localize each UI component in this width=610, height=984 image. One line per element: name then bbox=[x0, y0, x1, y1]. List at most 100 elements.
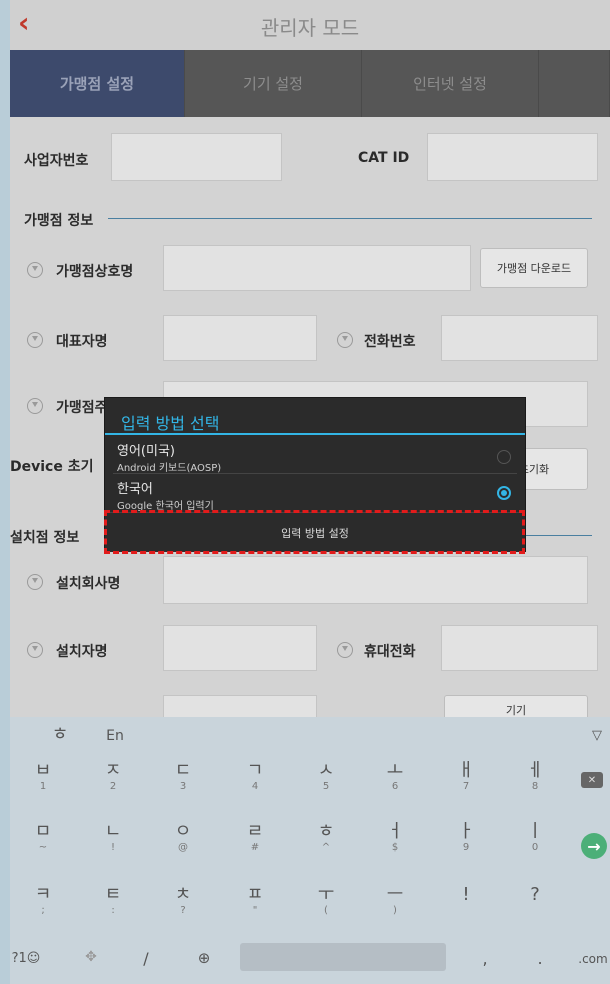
radio-english[interactable] bbox=[497, 450, 511, 464]
keyboard-key[interactable]: ㅔ8 bbox=[522, 761, 548, 793]
keyboard-key[interactable]: ㅡ) bbox=[382, 885, 408, 917]
business-number-input[interactable] bbox=[111, 133, 282, 181]
lang-key[interactable]: En bbox=[100, 728, 130, 744]
key-sub-label: @ bbox=[178, 842, 188, 853]
installer-label: 설치자명 bbox=[56, 644, 108, 660]
tab-overflow[interactable] bbox=[539, 50, 610, 117]
key-sub-label: 2 bbox=[109, 781, 117, 792]
dialog-title-divider bbox=[105, 433, 525, 435]
key-sub-label: ? bbox=[180, 905, 186, 916]
keyboard-key[interactable]: ! bbox=[453, 885, 479, 905]
dialog-title: 입력 방법 선택 bbox=[121, 414, 220, 433]
globe-icon[interactable]: ⊕ bbox=[194, 949, 214, 967]
keyboard-key[interactable]: ㅜ( bbox=[313, 885, 339, 917]
mobile-input[interactable] bbox=[441, 625, 598, 671]
tab-bar: 가맹점 설정 기기 설정 인터넷 설정 bbox=[10, 50, 610, 117]
keyboard-key[interactable]: ㅇ @ bbox=[170, 822, 196, 854]
keyboard-key[interactable]: ㅍ " bbox=[242, 885, 268, 917]
page-title: 관리자 모드 bbox=[260, 16, 360, 40]
key-main-label: ㅍ bbox=[246, 884, 264, 905]
keyboard-key[interactable]: ㅓ $ bbox=[382, 822, 408, 854]
key-main-label: ㅣ bbox=[526, 821, 544, 842]
dotcom-key[interactable]: .com bbox=[576, 952, 610, 966]
radio-korean[interactable] bbox=[497, 486, 511, 500]
required-icon bbox=[27, 642, 43, 658]
space-key[interactable] bbox=[240, 943, 446, 971]
keyboard-key[interactable]: ㅏ9 bbox=[453, 822, 479, 854]
key-sub-label: 1 bbox=[39, 781, 47, 792]
key-main-label: ! bbox=[462, 884, 470, 905]
slash-key[interactable]: / bbox=[138, 949, 154, 968]
keyboard-key[interactable]: ㅁ ~ bbox=[30, 822, 56, 854]
key-main-label: ㅏ bbox=[457, 821, 475, 842]
collapse-icon[interactable]: ▽ bbox=[588, 728, 606, 743]
key-main-label: ㅈ bbox=[104, 760, 122, 781]
option-sub: Android 키보드(AOSP) bbox=[117, 463, 222, 474]
cat-id-label: CAT ID bbox=[358, 150, 410, 166]
phone-label: 전화번호 bbox=[364, 334, 416, 350]
tab-merchant-settings[interactable]: 가맹점 설정 bbox=[10, 50, 185, 117]
cursor-move-icon[interactable]: ✥ bbox=[80, 949, 102, 965]
cat-id-input[interactable] bbox=[427, 133, 598, 181]
mobile-label: 휴대전화 bbox=[364, 644, 416, 660]
key-sub-label: 4 bbox=[251, 781, 259, 792]
period-key[interactable]: . bbox=[532, 949, 548, 968]
keyboard-key[interactable]: ㅐ7 bbox=[453, 761, 479, 793]
keyboard-key[interactable]: ㅌ: bbox=[100, 885, 126, 917]
keyboard-key[interactable]: ㅣ0 bbox=[522, 822, 548, 854]
tab-internet-settings[interactable]: 인터넷 설정 bbox=[362, 50, 539, 117]
merchant-address-label: 가맹점주 bbox=[56, 400, 108, 416]
keyboard-key[interactable]: ㄹ # bbox=[242, 822, 268, 854]
phone-input[interactable] bbox=[441, 315, 598, 361]
keyboard-key[interactable]: ㅈ2 bbox=[100, 761, 126, 793]
merchant-name-label: 가맹점상호명 bbox=[56, 264, 134, 280]
backspace-icon[interactable]: ✕ bbox=[581, 772, 603, 788]
enter-icon[interactable]: → bbox=[581, 833, 607, 859]
key-sub-label: 6 bbox=[391, 781, 399, 792]
keyboard-key[interactable]: ㄱ4 bbox=[242, 761, 268, 793]
key-sub-label: ) bbox=[393, 905, 397, 916]
key-main-label: ㅡ bbox=[386, 884, 404, 905]
merchant-name-input[interactable] bbox=[163, 245, 471, 291]
key-main-label: ㅅ bbox=[317, 760, 335, 781]
merchant-download-button[interactable]: 가맹점 다운로드 bbox=[480, 248, 588, 288]
hangul-key[interactable]: ㅎ bbox=[50, 725, 70, 745]
key-sub-label: # bbox=[250, 842, 260, 853]
soft-keyboard: ㅎ En ▽ ✕ → ?1☺ ✥ / ⊕ , . .com ㅂ1 ㅈ2 ㄷ3 ㄱ4 ㅅ5… bbox=[10, 717, 610, 984]
tab-device-settings[interactable]: 기기 설정 bbox=[185, 50, 362, 117]
required-icon bbox=[337, 332, 353, 348]
device-init-label: Device 초기 bbox=[10, 459, 94, 475]
symbol-key[interactable]: ?1☺ bbox=[10, 951, 42, 966]
input-option-korean[interactable]: 한국어 Google 한국어 입력기 bbox=[117, 478, 517, 512]
option-name: 한국어 bbox=[117, 482, 153, 497]
key-main-label: ? bbox=[530, 884, 540, 905]
keyboard-key[interactable]: ㅗ6 bbox=[382, 761, 408, 793]
installer-input[interactable] bbox=[163, 625, 317, 671]
key-main-label: ㅔ bbox=[526, 760, 544, 781]
keyboard-key[interactable]: ㅅ5 bbox=[313, 761, 339, 793]
representative-input[interactable] bbox=[163, 315, 317, 361]
keyboard-key[interactable]: ㅋ; bbox=[30, 885, 56, 917]
key-sub-label: 5 bbox=[322, 781, 330, 792]
key-sub-label: ~ bbox=[38, 842, 48, 853]
comma-key[interactable]: , bbox=[477, 949, 493, 968]
keyboard-key[interactable]: ㄴ! bbox=[100, 822, 126, 854]
left-edge-strip bbox=[0, 0, 10, 984]
key-sub-label: " bbox=[252, 905, 258, 916]
option-name: 영어(미국) bbox=[117, 444, 175, 459]
install-company-input[interactable] bbox=[163, 556, 588, 604]
keyboard-key[interactable]: ㅂ1 bbox=[30, 761, 56, 793]
keyboard-key[interactable]: ㄷ3 bbox=[170, 761, 196, 793]
keyboard-key[interactable]: ㅊ? bbox=[170, 885, 196, 917]
keyboard-key[interactable]: ㅎ ^ bbox=[313, 822, 339, 854]
key-sub-label: ( bbox=[324, 905, 328, 916]
input-option-english[interactable]: 영어(미국) Android 키보드(AOSP) bbox=[117, 440, 517, 474]
keyboard-key[interactable]: ? bbox=[522, 885, 548, 905]
required-icon bbox=[27, 574, 43, 590]
key-sub-label: 7 bbox=[462, 781, 470, 792]
key-sub-label: 0 bbox=[531, 842, 539, 853]
key-main-label: ㅊ bbox=[174, 884, 192, 905]
key-sub-label: 8 bbox=[531, 781, 539, 792]
app-header: ‹ 관리자 모드 bbox=[10, 0, 610, 50]
key-main-label: ㄱ bbox=[246, 760, 264, 781]
